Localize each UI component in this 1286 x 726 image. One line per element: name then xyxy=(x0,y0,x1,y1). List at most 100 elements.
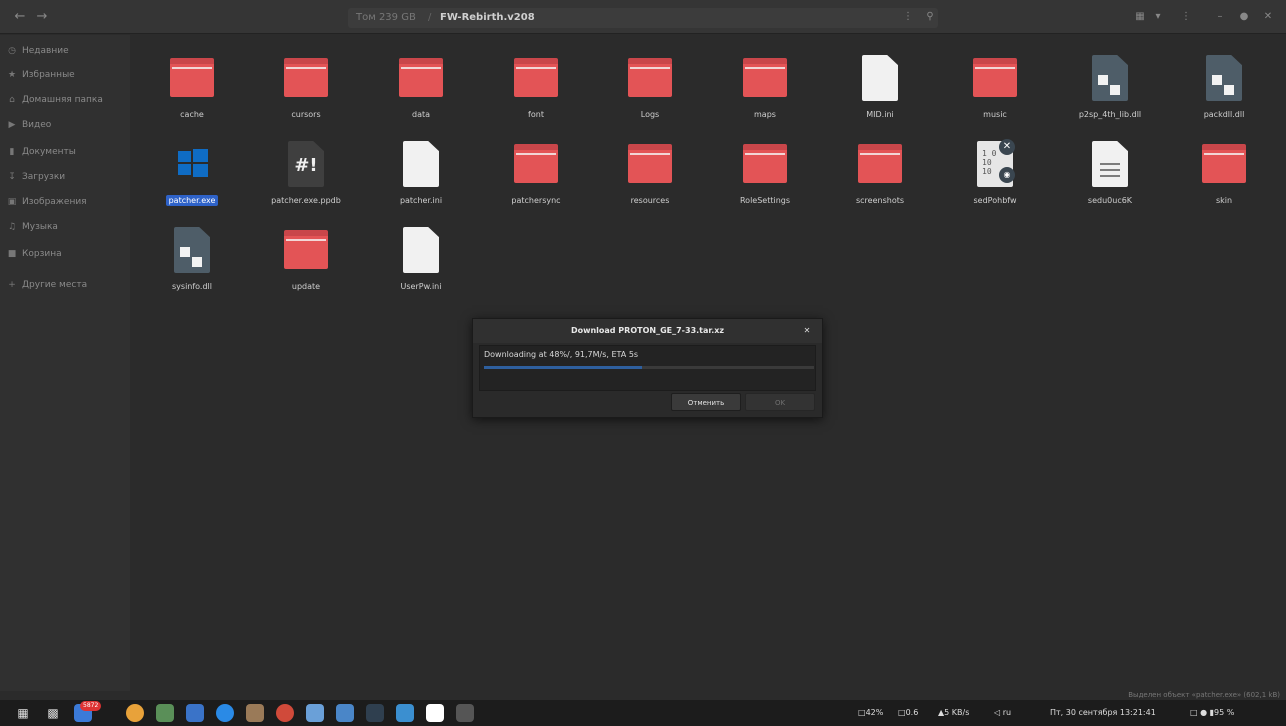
sidebar-item-recent[interactable]: ◷ Недавние xyxy=(6,41,126,61)
file-item-update[interactable]: update xyxy=(256,215,356,297)
home-icon: ⌂ xyxy=(9,95,15,105)
folder-icon xyxy=(280,53,332,105)
chat-app-icon[interactable] xyxy=(186,704,204,722)
folder-icon xyxy=(624,139,676,191)
cancel-button[interactable]: Отменить xyxy=(671,393,741,411)
files-app-icon[interactable] xyxy=(156,704,174,722)
file-item-p2sp-dll[interactable]: p2sp_4th_lib.dll xyxy=(1060,43,1160,125)
plus-icon: + xyxy=(8,280,16,290)
folder-icon xyxy=(969,53,1021,105)
image-icon: ▣ xyxy=(7,197,17,207)
menu-icon[interactable]: ⋮ xyxy=(1178,10,1194,24)
path-current[interactable]: FW-Rebirth.v208 xyxy=(440,11,535,25)
keyboard-layout[interactable]: ◁ ru xyxy=(994,706,1011,720)
cpu-indicator[interactable]: □42% xyxy=(858,706,883,720)
app-grid-icon[interactable]: ▦ xyxy=(14,704,32,722)
chrome-icon[interactable] xyxy=(126,704,144,722)
sidebar-item-documents[interactable]: ▮ Документы xyxy=(6,142,126,162)
file-item-patcher-exe[interactable]: patcher.exe xyxy=(142,129,242,211)
file-item-maps[interactable]: maps xyxy=(715,43,815,125)
file-name: patchersync xyxy=(511,196,561,205)
file-item-screenshots[interactable]: screenshots xyxy=(830,129,930,211)
ok-button[interactable]: OK xyxy=(745,393,815,411)
sidebar-item-label: Другие места xyxy=(22,280,88,290)
binary-file-icon: 1 0 10 10 ✕ ◉ xyxy=(969,139,1021,191)
chevron-down-icon[interactable]: ▾ xyxy=(1150,10,1166,24)
network-indicator[interactable]: ▲5 KB/s xyxy=(938,706,969,720)
file-item-resources[interactable]: resources xyxy=(600,129,700,211)
sidebar-item-home[interactable]: ⌂ Домашняя папка xyxy=(6,90,126,110)
file-item-cache[interactable]: cache xyxy=(142,43,242,125)
store-icon[interactable] xyxy=(246,704,264,722)
close-window-icon[interactable]: ✕ xyxy=(1260,9,1276,25)
sidebar-item-label: Домашняя папка xyxy=(22,95,103,105)
workspace-icon[interactable]: ▩ xyxy=(44,704,62,722)
file-item-sysinfo-dll[interactable]: sysinfo.dll xyxy=(142,215,242,297)
file-name: sysinfo.dll xyxy=(172,282,212,291)
document-icon xyxy=(854,53,906,105)
file-item-font[interactable]: font xyxy=(486,43,586,125)
more-menu-icon[interactable]: ⋮ xyxy=(900,10,916,24)
file-item-rolesettings[interactable]: RoleSettings xyxy=(715,129,815,211)
file-name: UserPw.ini xyxy=(400,282,442,291)
star-icon: ★ xyxy=(7,70,17,80)
clock[interactable]: Пт, 30 сентября 13:21:41 xyxy=(1050,706,1156,720)
header-bar: ← → Том 239 GB / FW-Rebirth.v208 ⋮ ⚲ ▦ ▾… xyxy=(0,0,1286,34)
forward-arrow-icon[interactable]: → xyxy=(32,8,52,26)
path-bar[interactable]: Том 239 GB / FW-Rebirth.v208 xyxy=(348,8,938,28)
tray-icons[interactable]: □ ● ▮95 % xyxy=(1190,706,1234,720)
file-item-patchersync[interactable]: patchersync xyxy=(486,129,586,211)
active-app-icon[interactable] xyxy=(456,704,474,722)
sidebar-item-music[interactable]: ♫ Музыка xyxy=(6,217,126,237)
clock-icon: ◷ xyxy=(8,46,16,56)
file-item-data[interactable]: data xyxy=(371,43,471,125)
library-icon xyxy=(166,225,218,277)
load-indicator[interactable]: □0.6 xyxy=(898,706,918,720)
telegram-icon[interactable] xyxy=(216,704,234,722)
sidebar-item-label: Музыка xyxy=(22,222,58,232)
back-arrow-icon[interactable]: ← xyxy=(10,8,30,26)
path-root[interactable]: Том 239 GB xyxy=(356,11,416,25)
file-item-sedu0uc6k[interactable]: sedu0uc6K xyxy=(1060,129,1160,211)
search-icon[interactable]: ⚲ xyxy=(922,10,938,24)
file-item-packdll[interactable]: packdll.dll xyxy=(1174,43,1274,125)
minimize-icon[interactable]: – xyxy=(1212,9,1228,25)
file-item-skin[interactable]: skin xyxy=(1174,129,1274,211)
video-icon: ▶ xyxy=(8,120,16,130)
file-item-mid-ini[interactable]: MID.ini xyxy=(830,43,930,125)
sidebar-item-images[interactable]: ▣ Изображения xyxy=(6,192,126,212)
file-item-patcher-ppdb[interactable]: #! patcher.exe.ppdb xyxy=(256,129,356,211)
editor-app-icon[interactable] xyxy=(336,704,354,722)
sidebar-item-downloads[interactable]: ↧ Загрузки xyxy=(6,167,126,187)
sidebar-item-other-locations[interactable]: + Другие места xyxy=(6,275,126,295)
file-item-sedpohbfw[interactable]: 1 0 10 10 ✕ ◉ sedPohbfw xyxy=(945,129,1045,211)
file-name: update xyxy=(291,282,321,291)
terminal-icon[interactable] xyxy=(366,704,384,722)
sidebar-item-video[interactable]: ▶ Видео xyxy=(6,115,126,135)
file-name: Logs xyxy=(640,110,660,119)
media-app-icon[interactable] xyxy=(276,704,294,722)
sidebar-item-starred[interactable]: ★ Избранные xyxy=(6,65,126,85)
maximize-icon[interactable]: ● xyxy=(1236,9,1252,25)
library-icon xyxy=(1198,53,1250,105)
file-item-userpw-ini[interactable]: UserPw.ini xyxy=(371,215,471,297)
file-item-cursors[interactable]: cursors xyxy=(256,43,356,125)
game-app-icon[interactable] xyxy=(306,704,324,722)
file-item-patcher-ini[interactable]: patcher.ini xyxy=(371,129,471,211)
file-item-logs[interactable]: Logs xyxy=(600,43,700,125)
sidebar-item-trash[interactable]: ■ Корзина xyxy=(6,244,126,264)
view-grid-icon[interactable]: ▦ xyxy=(1132,10,1148,24)
sidebar-item-label: Видео xyxy=(22,120,52,130)
file-item-music[interactable]: music xyxy=(945,43,1045,125)
close-badge-icon: ✕ xyxy=(999,139,1015,155)
library-icon xyxy=(1084,53,1136,105)
folder-icon xyxy=(1198,139,1250,191)
file-name: resources xyxy=(630,196,670,205)
file-name: sedPohbfw xyxy=(973,196,1017,205)
file-name: cache xyxy=(180,110,204,119)
file-name: maps xyxy=(754,110,776,119)
close-icon[interactable]: ✕ xyxy=(800,324,814,338)
document-app-icon[interactable] xyxy=(426,704,444,722)
file-name: skin xyxy=(1215,196,1233,205)
code-app-icon[interactable] xyxy=(396,704,414,722)
